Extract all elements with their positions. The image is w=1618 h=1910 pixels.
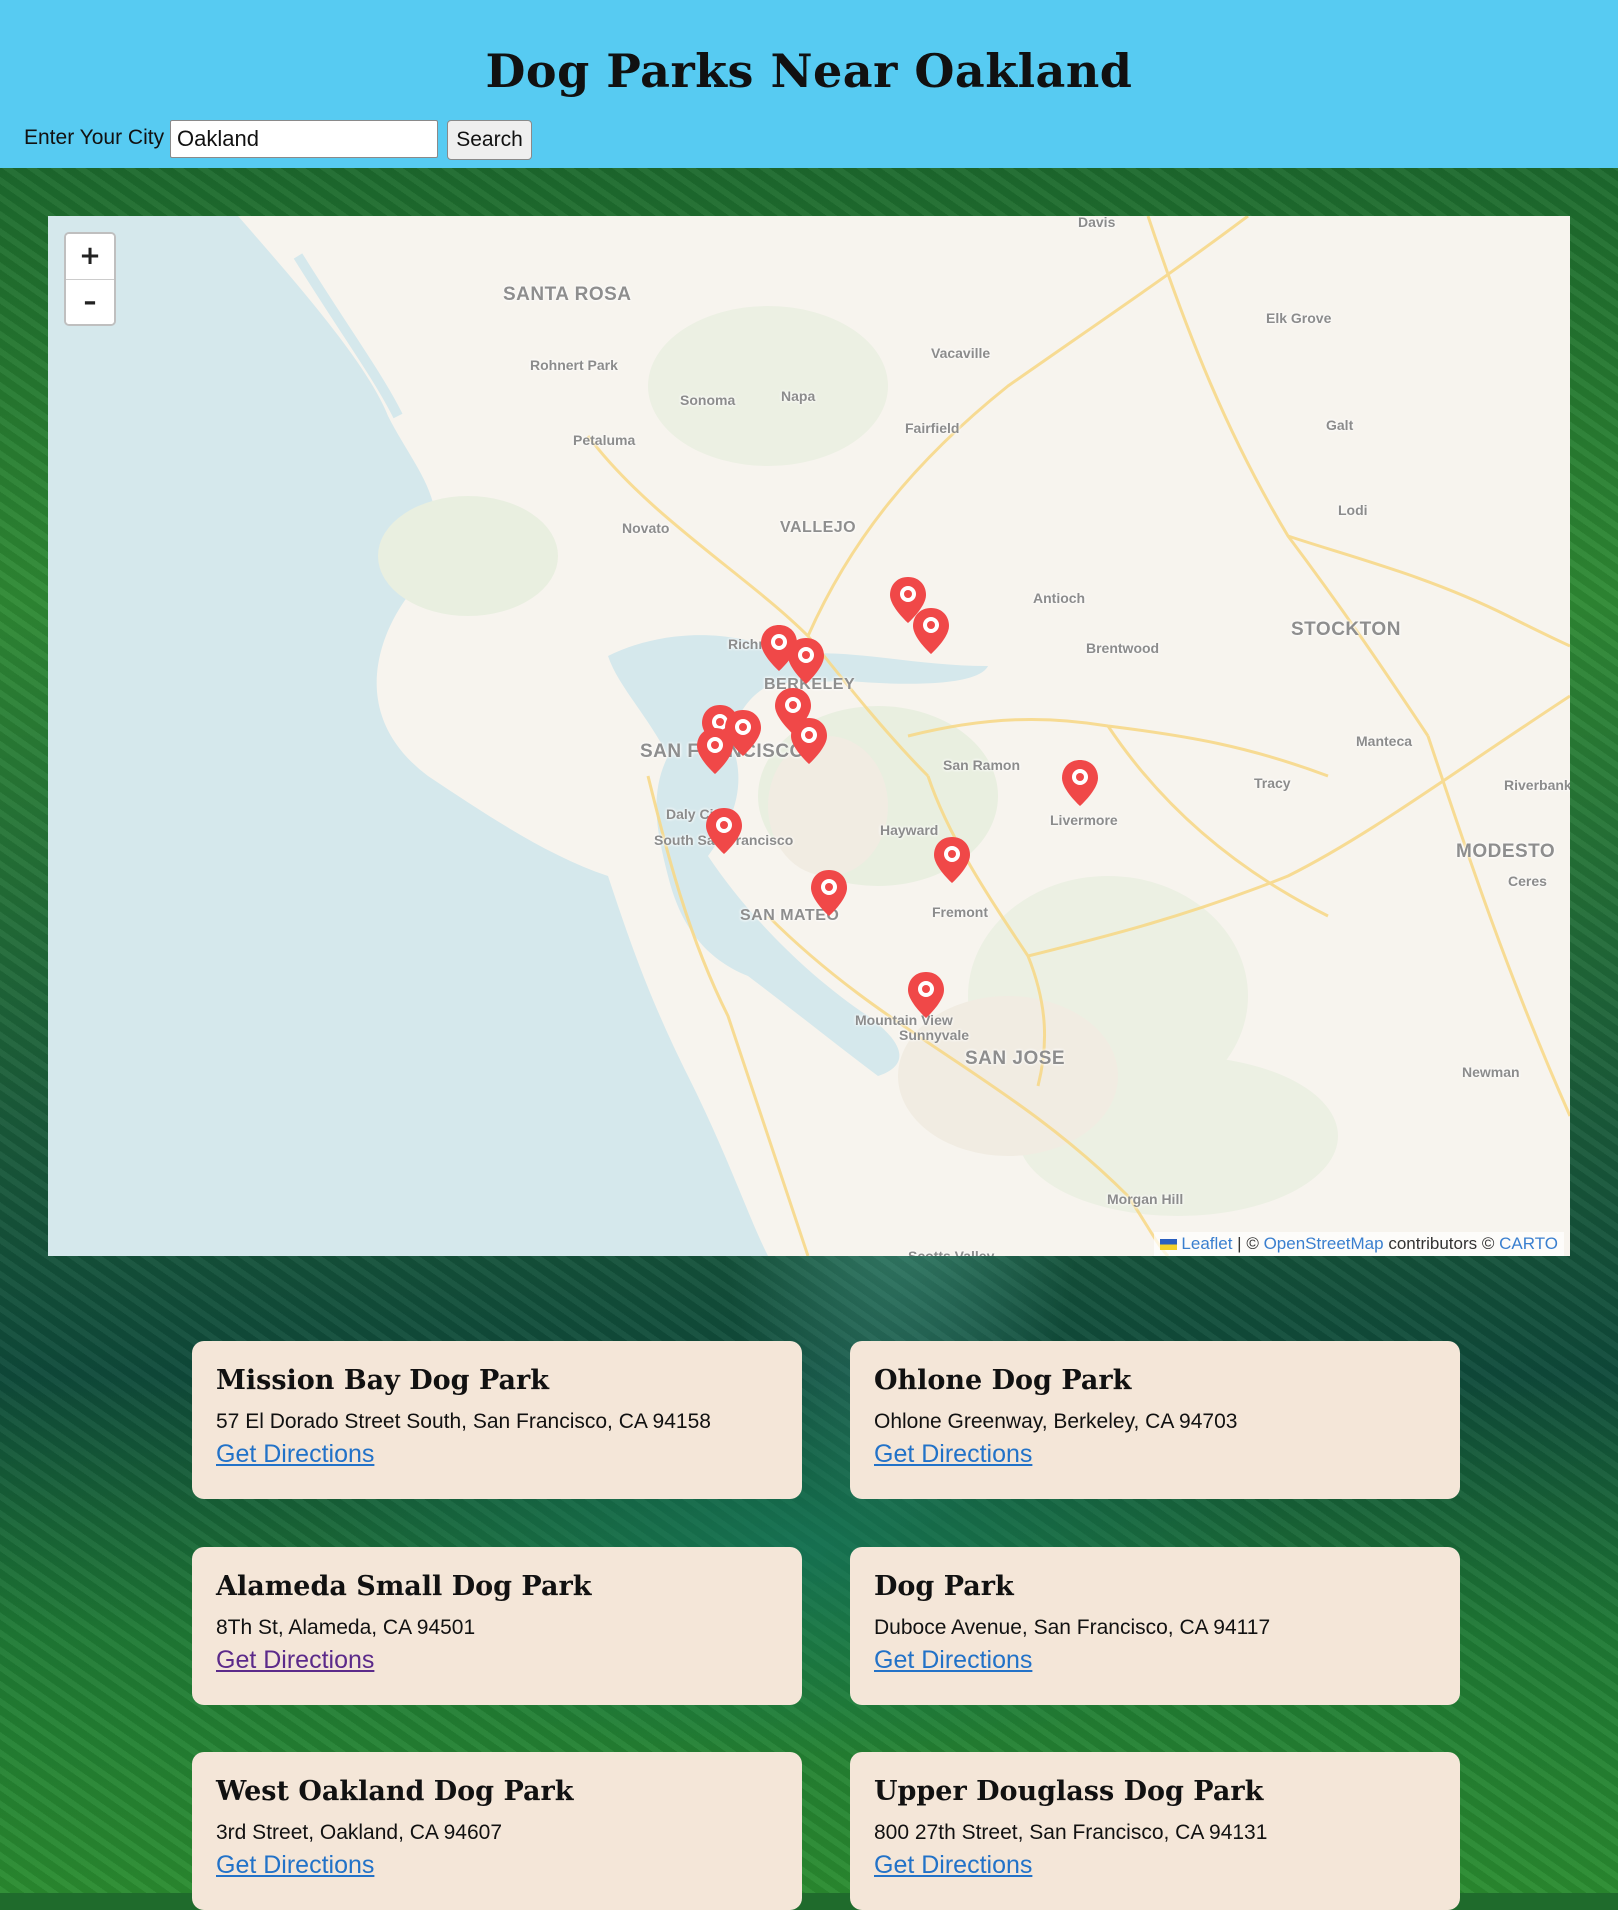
city-label: Enter Your City bbox=[24, 126, 165, 149]
place-label: Manteca bbox=[1356, 733, 1413, 749]
place-label: San Ramon bbox=[943, 757, 1021, 773]
place-label: VALLEJO bbox=[780, 519, 857, 536]
place-label: STOCKTON bbox=[1291, 619, 1401, 640]
park-card: Dog Park Duboce Avenue, San Francisco, C… bbox=[850, 1547, 1460, 1705]
map-pin-icon[interactable] bbox=[789, 716, 829, 766]
get-directions-link[interactable]: Get Directions bbox=[874, 1440, 1032, 1469]
map-pin-icon[interactable] bbox=[932, 835, 972, 885]
place-label: SAN JOSE bbox=[965, 1048, 1066, 1069]
park-card: West Oakland Dog Park 3rd Street, Oaklan… bbox=[192, 1752, 802, 1910]
place-label: Davis bbox=[1078, 216, 1116, 230]
place-label: Galt bbox=[1326, 417, 1354, 433]
page-header: Dog Parks Near Oakland Enter Your City S… bbox=[0, 0, 1618, 168]
ukraine-flag-icon bbox=[1160, 1239, 1178, 1251]
map-pin-icon[interactable] bbox=[695, 726, 735, 776]
park-address: 800 27th Street, San Francisco, CA 94131 bbox=[874, 1821, 1268, 1844]
leaflet-link[interactable]: Leaflet bbox=[1181, 1234, 1232, 1253]
map-pin-icon[interactable] bbox=[809, 868, 849, 918]
attribution-separator: | © bbox=[1232, 1234, 1264, 1253]
park-address: Ohlone Greenway, Berkeley, CA 94703 bbox=[874, 1410, 1238, 1433]
place-label: Tracy bbox=[1254, 775, 1291, 791]
park-name: Mission Bay Dog Park bbox=[216, 1365, 549, 1396]
map-pin-icon[interactable] bbox=[1060, 758, 1100, 808]
place-label: SANTA ROSA bbox=[503, 284, 632, 305]
place-label: Vacaville bbox=[931, 345, 991, 361]
park-name: Upper Douglass Dog Park bbox=[874, 1776, 1264, 1807]
place-label: Newman bbox=[1462, 1064, 1520, 1080]
place-label: Novato bbox=[622, 520, 670, 536]
park-card: Alameda Small Dog Park 8Th St, Alameda, … bbox=[192, 1547, 802, 1705]
map-pin-icon[interactable] bbox=[906, 970, 946, 1020]
search-button[interactable]: Search bbox=[447, 120, 532, 160]
place-label: Riverbank bbox=[1504, 777, 1570, 793]
place-label: Scotts Valley bbox=[908, 1248, 995, 1256]
park-name: Ohlone Dog Park bbox=[874, 1365, 1132, 1396]
park-address: Duboce Avenue, San Francisco, CA 94117 bbox=[874, 1616, 1271, 1639]
place-label: Antioch bbox=[1033, 590, 1086, 606]
page-title: Dog Parks Near Oakland bbox=[485, 44, 1133, 98]
place-label: Petaluma bbox=[573, 432, 636, 448]
park-name: Dog Park bbox=[874, 1571, 1014, 1602]
place-label: Brentwood bbox=[1086, 640, 1160, 656]
map-pin-icon[interactable] bbox=[911, 606, 951, 656]
place-label: Napa bbox=[781, 388, 816, 404]
get-directions-link[interactable]: Get Directions bbox=[216, 1646, 374, 1675]
park-address: 3rd Street, Oakland, CA 94607 bbox=[216, 1821, 503, 1844]
attribution-text: contributors © bbox=[1383, 1234, 1500, 1253]
get-directions-link[interactable]: Get Directions bbox=[874, 1851, 1032, 1880]
carto-link[interactable]: CARTO bbox=[1499, 1234, 1558, 1253]
park-name: Alameda Small Dog Park bbox=[216, 1571, 592, 1602]
place-label: Ceres bbox=[1508, 873, 1547, 889]
place-label: Elk Grove bbox=[1266, 310, 1332, 326]
map-pin-icon[interactable] bbox=[704, 806, 744, 856]
place-label: MODESTO bbox=[1456, 841, 1556, 862]
place-label: Sunnyvale bbox=[899, 1027, 970, 1043]
map-attribution: Leaflet | © OpenStreetMap contributors ©… bbox=[1154, 1232, 1564, 1256]
map-pin-icon[interactable] bbox=[786, 636, 826, 686]
zoom-control: + – bbox=[64, 232, 116, 326]
place-label: Fremont bbox=[932, 904, 988, 920]
park-card: Mission Bay Dog Park 57 El Dorado Street… bbox=[192, 1341, 802, 1499]
get-directions-link[interactable]: Get Directions bbox=[216, 1440, 374, 1469]
park-address: 57 El Dorado Street South, San Francisco… bbox=[216, 1410, 711, 1433]
park-name: West Oakland Dog Park bbox=[216, 1776, 574, 1807]
place-label: Rohnert Park bbox=[530, 357, 618, 373]
zoom-in-button[interactable]: + bbox=[66, 234, 114, 279]
get-directions-link[interactable]: Get Directions bbox=[216, 1851, 374, 1880]
osm-link[interactable]: OpenStreetMap bbox=[1264, 1234, 1384, 1253]
map[interactable]: Davis SANTA ROSA Elk Grove Rohnert Park … bbox=[48, 216, 1570, 1256]
park-card: Ohlone Dog Park Ohlone Greenway, Berkele… bbox=[850, 1341, 1460, 1499]
park-address: 8Th St, Alameda, CA 94501 bbox=[216, 1616, 476, 1639]
get-directions-link[interactable]: Get Directions bbox=[874, 1646, 1032, 1675]
zoom-out-button[interactable]: – bbox=[66, 279, 114, 324]
place-label: Livermore bbox=[1050, 812, 1118, 828]
place-label: Hayward bbox=[880, 822, 939, 838]
place-label: Sonoma bbox=[680, 392, 736, 408]
place-label: Fairfield bbox=[905, 420, 960, 436]
place-label: Lodi bbox=[1338, 502, 1368, 518]
park-card: Upper Douglass Dog Park 800 27th Street,… bbox=[850, 1752, 1460, 1910]
place-label: Morgan Hill bbox=[1107, 1191, 1184, 1207]
city-input[interactable] bbox=[170, 120, 438, 158]
